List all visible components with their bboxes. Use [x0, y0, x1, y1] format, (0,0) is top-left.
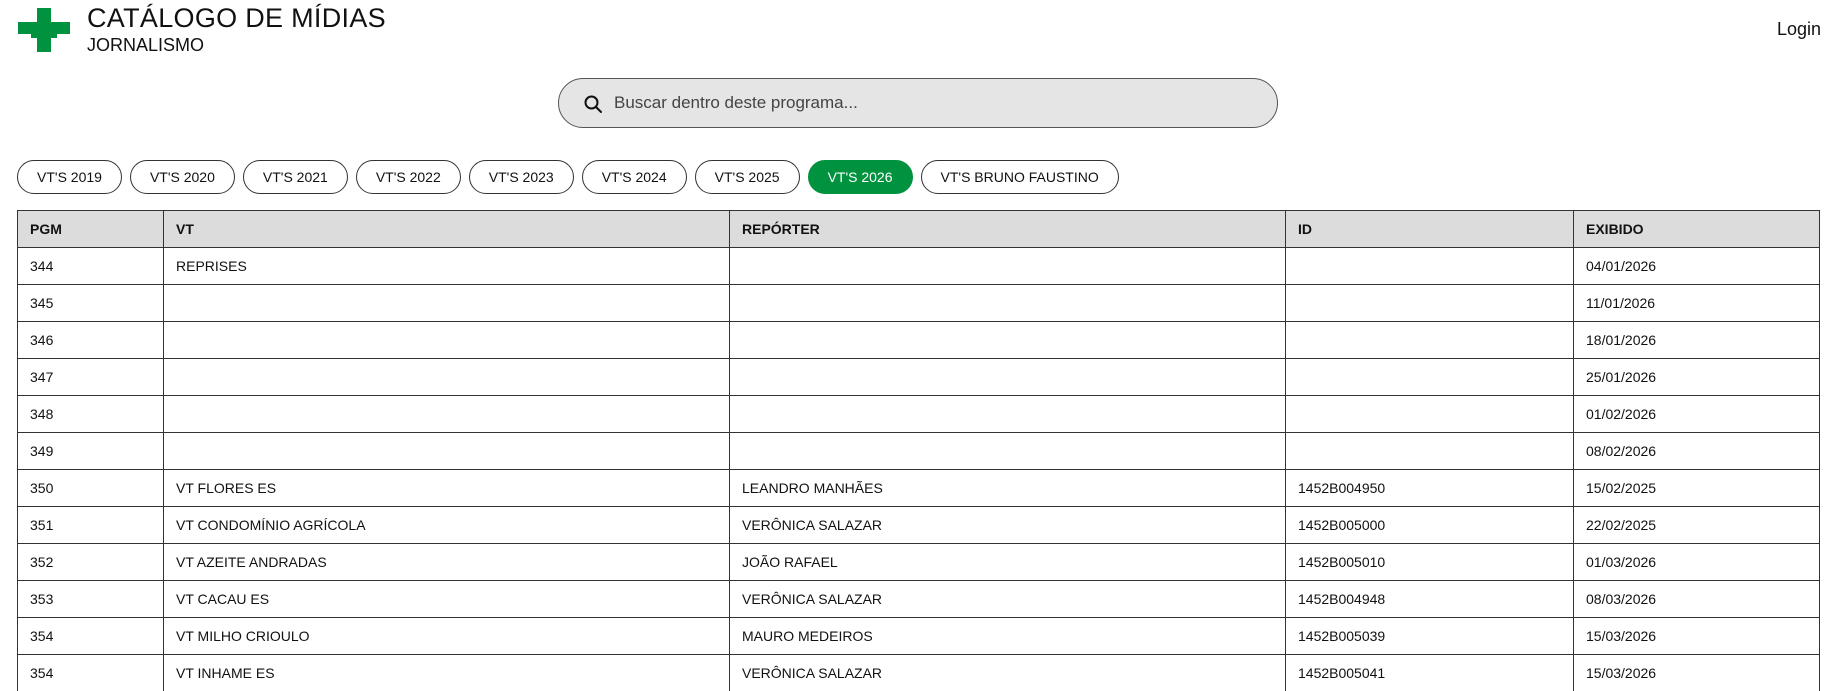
table-row[interactable]: 344 REPRISES 04/01/2026 [17, 247, 1820, 285]
cell-exibido: 01/02/2026 [1573, 395, 1820, 433]
cell-exibido: 11/01/2026 [1573, 284, 1820, 322]
cell-id [1285, 247, 1574, 285]
cell-vt: VT FLORES ES [163, 469, 730, 507]
table-body: 344 REPRISES 04/01/2026 345 11/01/2026 346 18/… [17, 247, 1820, 691]
cell-vt [163, 432, 730, 470]
cell-reporter [729, 432, 1286, 470]
cell-exibido: 22/02/2025 [1573, 506, 1820, 544]
tab-vts-2022[interactable]: VT'S 2022 [355, 160, 461, 194]
cell-pgm: 347 [17, 358, 164, 396]
cell-reporter: MAURO MEDEIROS [729, 617, 1286, 655]
cell-vt: VT CACAU ES [163, 580, 730, 618]
cell-exibido: 25/01/2026 [1573, 358, 1820, 396]
tab-vts-2024[interactable]: VT'S 2024 [581, 160, 687, 194]
cell-pgm: 346 [17, 321, 164, 359]
cell-id [1285, 358, 1574, 396]
cell-exibido: 15/03/2026 [1573, 617, 1820, 655]
cell-reporter [729, 247, 1286, 285]
table-row[interactable]: 354 VT MILHO CRIOULO MAURO MEDEIROS 1452B00… [17, 617, 1820, 655]
cell-vt: VT CONDOMÍNIO AGRÍCOLA [163, 506, 730, 544]
cell-vt [163, 358, 730, 396]
table-row[interactable]: 352 VT AZEITE ANDRADAS JOÃO RAFAEL 1452B005… [17, 543, 1820, 581]
login-link[interactable]: Login [1777, 19, 1821, 40]
cell-pgm: 352 [17, 543, 164, 581]
cell-id: 1452B004948 [1285, 580, 1574, 618]
table-row[interactable]: 346 18/01/2026 [17, 321, 1820, 359]
cell-id: 1452B005010 [1285, 543, 1574, 581]
cell-vt: VT INHAME ES [163, 654, 730, 691]
cell-pgm: 344 [17, 247, 164, 285]
site-title[interactable]: CATÁLOGO DE MÍDIAS [87, 3, 386, 34]
media-table: PGM VT REPÓRTER ID EXIBIDO 344 REPRISES 04… [17, 210, 1820, 691]
table-row[interactable]: 347 25/01/2026 [17, 358, 1820, 396]
cell-exibido: 04/01/2026 [1573, 247, 1820, 285]
cell-pgm: 353 [17, 580, 164, 618]
column-header-pgm: PGM [17, 210, 164, 248]
cell-vt: VT AZEITE ANDRADAS [163, 543, 730, 581]
tab-vts-2020[interactable]: VT'S 2020 [129, 160, 235, 194]
column-header-exibido: EXIBIDO [1573, 210, 1820, 248]
cell-pgm: 350 [17, 469, 164, 507]
column-header-vt: VT [163, 210, 730, 248]
table-row[interactable]: 354 VT INHAME ES VERÔNICA SALAZAR 1452B0050… [17, 654, 1820, 691]
cell-id [1285, 321, 1574, 359]
cell-exibido: 15/03/2026 [1573, 654, 1820, 691]
table-row[interactable]: 349 08/02/2026 [17, 432, 1820, 470]
search-input[interactable] [614, 79, 1264, 127]
cell-exibido: 08/03/2026 [1573, 580, 1820, 618]
cell-reporter [729, 321, 1286, 359]
table-row[interactable]: 351 VT CONDOMÍNIO AGRÍCOLA VERÔNICA SALAZA… [17, 506, 1820, 544]
cell-reporter: VERÔNICA SALAZAR [729, 506, 1286, 544]
cell-id [1285, 395, 1574, 433]
site-subtitle: JORNALISMO [87, 35, 205, 55]
cell-exibido: 01/03/2026 [1573, 543, 1820, 581]
cell-reporter [729, 284, 1286, 322]
year-tabs: VT'S 2019 VT'S 2020 VT'S 2021 VT'S 2022 … [17, 160, 1119, 194]
cell-vt [163, 321, 730, 359]
cell-id [1285, 284, 1574, 322]
cell-id: 1452B004950 [1285, 469, 1574, 507]
cell-id: 1452B005039 [1285, 617, 1574, 655]
column-header-id: ID [1285, 210, 1574, 248]
tab-vts-2026[interactable]: VT'S 2026 [807, 160, 913, 194]
table-row[interactable]: 348 01/02/2026 [17, 395, 1820, 433]
cell-reporter [729, 358, 1286, 396]
table-row[interactable]: 350 VT FLORES ES LEANDRO MANHÃES 1452B00495… [17, 469, 1820, 507]
cell-exibido: 15/02/2025 [1573, 469, 1820, 507]
column-header-reporter: REPÓRTER [729, 210, 1286, 248]
cell-pgm: 354 [17, 654, 164, 691]
green-cross-logo-icon[interactable] [18, 8, 70, 52]
cell-id: 1452B005041 [1285, 654, 1574, 691]
tab-vts-2021[interactable]: VT'S 2021 [242, 160, 348, 194]
table-row[interactable]: 345 11/01/2026 [17, 284, 1820, 322]
cell-pgm: 348 [17, 395, 164, 433]
cell-vt [163, 395, 730, 433]
cell-pgm: 354 [17, 617, 164, 655]
tab-vts-bruno-faustino[interactable]: VT'S BRUNO FAUSTINO [920, 160, 1119, 194]
cell-vt [163, 284, 730, 322]
media-table-container: PGM VT REPÓRTER ID EXIBIDO 344 REPRISES 04… [17, 210, 1820, 691]
table-row[interactable]: 353 VT CACAU ES VERÔNICA SALAZAR 1452B00494… [17, 580, 1820, 618]
tab-vts-2019[interactable]: VT'S 2019 [17, 160, 122, 194]
tab-vts-2025[interactable]: VT'S 2025 [694, 160, 800, 194]
search-icon [584, 95, 602, 113]
tab-vts-2023[interactable]: VT'S 2023 [468, 160, 574, 194]
cell-vt: VT MILHO CRIOULO [163, 617, 730, 655]
cell-id [1285, 432, 1574, 470]
table-header-row: PGM VT REPÓRTER ID EXIBIDO [17, 210, 1820, 248]
cell-reporter: VERÔNICA SALAZAR [729, 654, 1286, 691]
cell-reporter [729, 395, 1286, 433]
cell-reporter: LEANDRO MANHÃES [729, 469, 1286, 507]
cell-exibido: 18/01/2026 [1573, 321, 1820, 359]
cell-pgm: 345 [17, 284, 164, 322]
cell-pgm: 349 [17, 432, 164, 470]
cell-reporter: JOÃO RAFAEL [729, 543, 1286, 581]
cell-id: 1452B005000 [1285, 506, 1574, 544]
search-bar[interactable] [558, 78, 1278, 128]
site-header: CATÁLOGO DE MÍDIAS JORNALISMO Login [0, 0, 1835, 60]
cell-exibido: 08/02/2026 [1573, 432, 1820, 470]
cell-pgm: 351 [17, 506, 164, 544]
cell-reporter: VERÔNICA SALAZAR [729, 580, 1286, 618]
cell-vt: REPRISES [163, 247, 730, 285]
